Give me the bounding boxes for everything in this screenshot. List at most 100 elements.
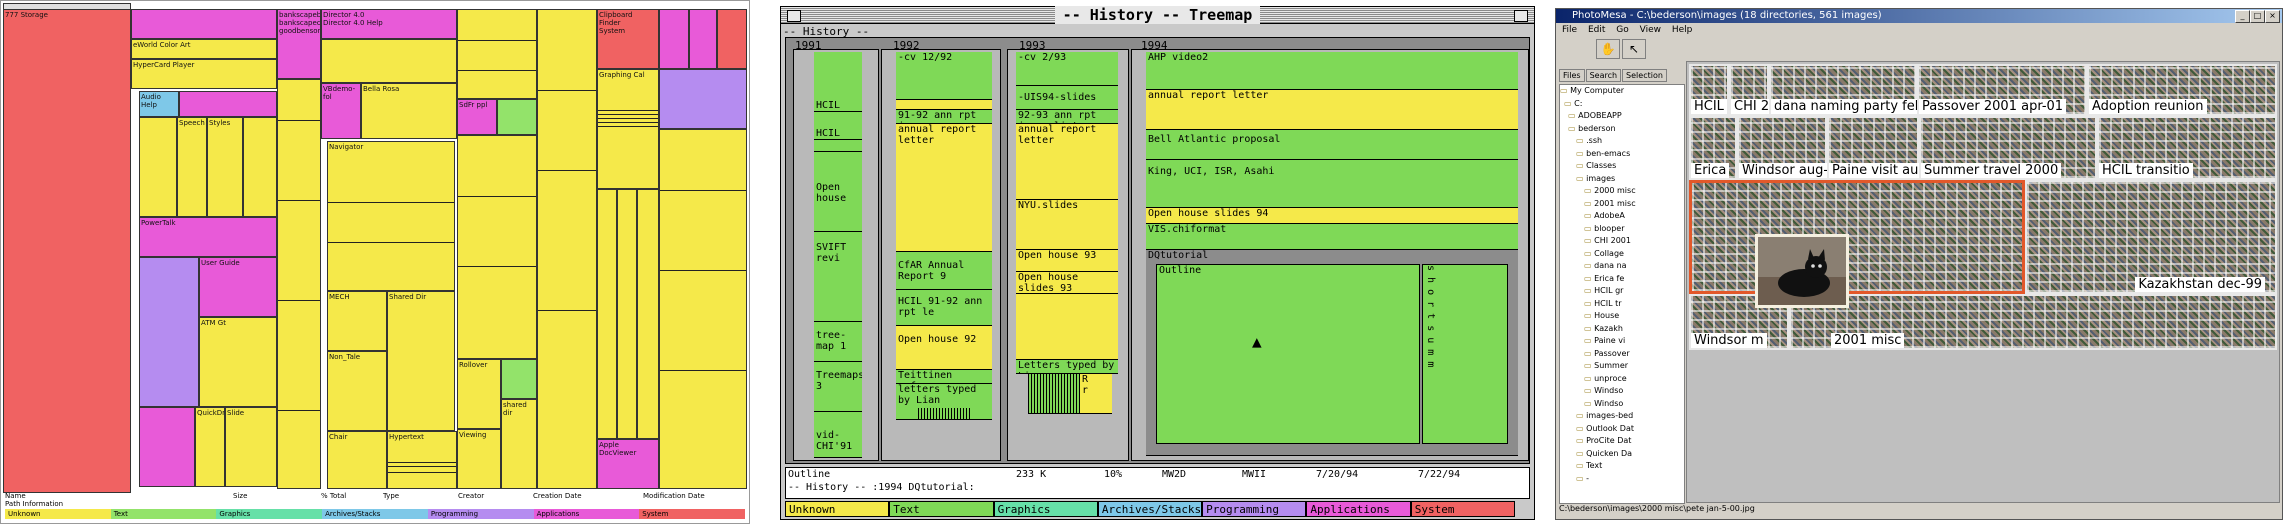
vstrip-c[interactable] (617, 189, 637, 439)
vstrip-d[interactable] (637, 189, 659, 439)
tab-selection[interactable]: Selection (1622, 69, 1667, 82)
tree-item[interactable]: ▭ House (1560, 310, 1684, 323)
close-icon[interactable]: × (2265, 10, 2280, 23)
bellarosa-cell[interactable]: Bella Rosa (361, 83, 457, 139)
green-cell-a[interactable] (497, 99, 537, 135)
vbdemo-cell[interactable]: VBdemo-fol (321, 83, 361, 139)
apps-cell-c[interactable] (659, 9, 689, 69)
tree-item[interactable]: ▭ HCIL gr (1560, 285, 1684, 298)
eworld-cell[interactable]: eWorld Color Art (131, 39, 277, 59)
tree-item[interactable]: ▭ unproce (1560, 373, 1684, 386)
group-erica[interactable]: Erica (1689, 116, 1737, 180)
green-cell-b[interactable] (501, 359, 537, 399)
vertical-strip-a[interactable] (537, 9, 597, 489)
tree-item[interactable]: ▭ Passover (1560, 348, 1684, 361)
maximize-icon[interactable]: □ (2250, 10, 2265, 23)
storage-cell[interactable]: 777 Storage (3, 9, 131, 493)
hist-1991-vid[interactable]: vid-CHI'91 (814, 412, 862, 458)
tree-item[interactable]: ▭ Paine vi (1560, 335, 1684, 348)
hist-1992-hcil[interactable]: HCIL 91-92 ann rpt le (896, 290, 992, 326)
hist-1994-openhouse[interactable]: Open house slides 94 (1146, 208, 1518, 224)
tree-item[interactable]: ▭ .ssh (1560, 135, 1684, 148)
hist-1991-hcil1[interactable]: HCIL 90-91 (814, 100, 862, 112)
tree-item[interactable]: ▭ bederson (1560, 123, 1684, 136)
hist-1994-king[interactable]: King, UCI, ISR, Asahi (1146, 160, 1518, 208)
apps-cell-b[interactable] (139, 407, 195, 487)
yellow-cell-b[interactable] (243, 117, 277, 217)
yellow-cell-c[interactable] (277, 79, 321, 489)
hist-1993-journalists[interactable]: 92-93 ann rpt journalists (1016, 110, 1118, 124)
bankscape-cell[interactable]: bankscapeb bankscapec goodbenson (277, 9, 321, 79)
applediskviewer-cell[interactable]: Apple DocViewer (597, 439, 659, 489)
tree-item[interactable]: ▭ CHI 2001 (1560, 235, 1684, 248)
yellow-cell-e[interactable] (457, 9, 537, 99)
tree-item[interactable]: ▭ C: (1560, 98, 1684, 111)
hist-1993-rr[interactable]: R r (1080, 374, 1112, 414)
hist-1993-yellow[interactable] (1016, 294, 1118, 360)
tree-item[interactable]: ▭ 2000 misc (1560, 185, 1684, 198)
apps-cell-top[interactable] (131, 9, 277, 39)
tree-item[interactable]: ▭ My Computer (1560, 85, 1684, 98)
photomesa-titlebar[interactable]: PhotoMesa - C:\bederson\images (18 direc… (1556, 9, 2282, 23)
hist-1994-bell[interactable]: Bell Atlantic proposal (1146, 130, 1518, 160)
menu-go[interactable]: Go (1616, 25, 1628, 35)
slide-cell[interactable]: Slide (225, 407, 277, 487)
hand-tool-icon[interactable]: ✋ (1596, 39, 1620, 59)
hypertext-cell[interactable]: Hypertext (387, 431, 457, 489)
tree-item[interactable]: ▭ images-bed (1560, 410, 1684, 423)
tree-item[interactable]: ▭ Text (1560, 460, 1684, 473)
hist-1993-cv[interactable]: -cv 2/93 (1016, 52, 1118, 86)
rollover-cell[interactable]: Rollover (457, 359, 501, 429)
system-cell-b[interactable] (717, 9, 747, 69)
tree-item[interactable]: ▭ AdobeA (1560, 210, 1684, 223)
hist-1993-uis[interactable]: -UIS94-slides (1016, 86, 1118, 110)
nontale-cell[interactable]: Non_Tale (327, 351, 387, 431)
tree-item[interactable]: ▭ ProCite Dat (1560, 435, 1684, 448)
userguide-cell[interactable]: User Guide (199, 257, 277, 317)
history-titlebar[interactable]: -- History -- Treemap (781, 6, 1534, 24)
hist-1992-openhouse[interactable]: Open house 92 (896, 326, 992, 370)
hist-1994-letter[interactable]: annual report letter (1146, 90, 1518, 130)
hist-1992-cv[interactable]: -cv 12/92 (896, 52, 992, 100)
chair-cell[interactable]: Chair (327, 431, 387, 489)
hist-1991-hcil2[interactable]: HCIL 90-91 (814, 128, 862, 140)
group-hcil-transition[interactable]: HCIL transitio (2097, 116, 2277, 180)
programming-cell-b[interactable] (659, 69, 747, 129)
yellow-cell-d[interactable] (321, 39, 457, 83)
menu-file[interactable]: File (1562, 25, 1577, 35)
tab-files[interactable]: Files (1559, 69, 1585, 82)
tree-item[interactable]: ▭ Windso (1560, 398, 1684, 411)
tree-item[interactable]: ▭ images (1560, 173, 1684, 186)
tree-item[interactable]: ▭ Kazakh (1560, 323, 1684, 336)
hist-1993-letters[interactable]: Letters typed by Lian (1016, 360, 1118, 374)
viewing-cell[interactable]: Viewing (457, 429, 501, 489)
apps-cell-a[interactable] (179, 91, 277, 117)
hist-1993-slides[interactable]: Open house slides 93 (1016, 272, 1118, 294)
hist-1991-treemap[interactable]: tree-map 1 (814, 322, 862, 362)
tree-item[interactable]: ▭ HCIL tr (1560, 298, 1684, 311)
powertalk-cell[interactable]: PowerTalk (139, 217, 277, 257)
director-cell[interactable]: Director 4.0 Director 4.0 Help (321, 9, 457, 39)
hist-1992-letter[interactable]: annual report letter (896, 124, 992, 252)
group-summer[interactable]: Summer travel 2000 (1919, 116, 2097, 180)
group-2001-misc[interactable]: 2001 misc (1789, 294, 2277, 350)
sdrpp-cell[interactable]: SdFr ppl (457, 99, 497, 135)
tree-item[interactable]: ▭ blooper (1560, 223, 1684, 236)
tree-item[interactable]: ▭ dana na (1560, 260, 1684, 273)
programming-cell[interactable] (139, 257, 199, 407)
hist-1993-letter[interactable]: annual report letter (1016, 124, 1118, 200)
tree-item[interactable]: ▭ Summer (1560, 360, 1684, 373)
group-paine[interactable]: Paine visit au (1827, 116, 1922, 180)
vstrip-b[interactable] (597, 189, 617, 439)
tree-item[interactable]: ▭ ADOBEAPP (1560, 110, 1684, 123)
graphingcal-cell[interactable]: Graphing Cal (597, 69, 659, 189)
tree-item[interactable]: ▭ ben-emacs (1560, 148, 1684, 161)
hist-1994-short[interactable]: s h o r t s u m m (1422, 264, 1508, 444)
tree-item[interactable]: ▭ Collage (1560, 248, 1684, 261)
hypercard-cell[interactable]: HyperCard Player (131, 59, 277, 89)
apps-cell-d[interactable] (689, 9, 717, 69)
hist-1992-journal[interactable]: 91-92 ann rpt journa (896, 110, 992, 124)
hist-1994-ahp[interactable]: AHP video2 (1146, 52, 1518, 90)
tree-item[interactable]: ▭ Outlook Dat (1560, 423, 1684, 436)
group-2000-misc[interactable] (1689, 180, 2025, 294)
